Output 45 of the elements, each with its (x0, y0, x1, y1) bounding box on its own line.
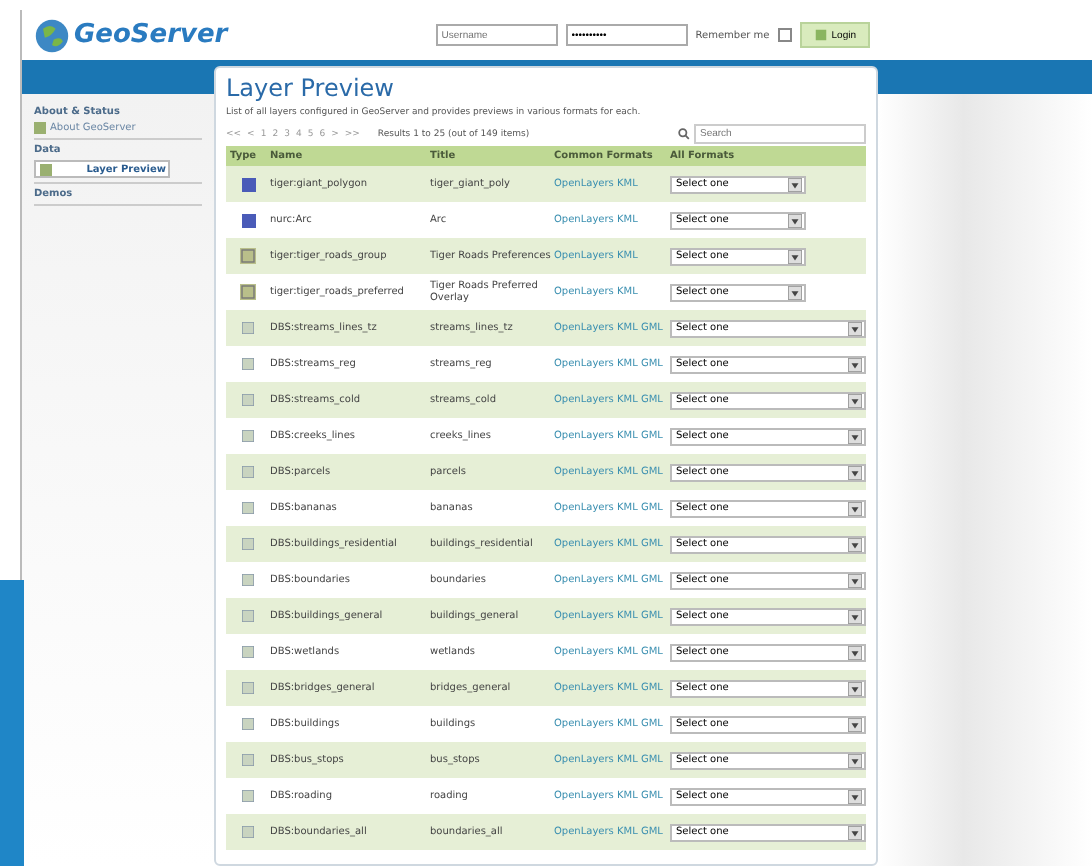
vector-icon (242, 682, 254, 694)
dropdown-arrow-icon (848, 393, 862, 407)
page-title: Layer Preview (226, 74, 396, 102)
vector-icon (242, 502, 254, 514)
layers-icon (240, 284, 256, 300)
vector-icon (242, 322, 254, 334)
dropdown-arrow-icon (848, 429, 862, 443)
vector-icon (242, 394, 254, 406)
square-icon (40, 163, 52, 175)
vector-icon (242, 610, 254, 622)
vector-icon (242, 538, 254, 550)
vector-icon (242, 574, 254, 586)
globe-icon (34, 17, 70, 53)
vector-icon (242, 646, 254, 658)
dropdown-arrow-icon (848, 645, 862, 659)
dropdown-arrow-icon (788, 285, 802, 299)
dropdown-arrow-icon (848, 825, 862, 839)
vector-icon (242, 754, 254, 766)
dropdown-arrow-icon (848, 573, 862, 587)
remember-checkbox[interactable] (777, 28, 792, 42)
dropdown-arrow-icon (848, 321, 862, 335)
dropdown-arrow-icon (848, 753, 862, 767)
dropdown-arrow-icon (788, 177, 802, 191)
dropdown-arrow-icon (788, 249, 802, 263)
raster-icon (241, 213, 255, 227)
layers-icon (240, 248, 256, 264)
vector-icon (242, 826, 254, 838)
vector-icon (242, 430, 254, 442)
dropdown-arrow-icon (848, 501, 862, 515)
vector-icon (242, 358, 254, 370)
square-icon (34, 122, 46, 134)
dropdown-arrow-icon (848, 789, 862, 803)
logo-text: GeoServer (74, 20, 228, 50)
dropdown-arrow-icon (848, 465, 862, 479)
vector-icon (242, 790, 254, 802)
vector-icon (242, 718, 254, 730)
dropdown-arrow-icon (788, 213, 802, 227)
dropdown-arrow-icon (848, 609, 862, 623)
vector-icon (242, 466, 254, 478)
dropdown-arrow-icon (848, 357, 862, 371)
dropdown-arrow-icon (848, 717, 862, 731)
dropdown-arrow-icon (848, 681, 862, 695)
dropdown-arrow-icon (848, 537, 862, 551)
raster-icon (241, 177, 255, 191)
search-icon (678, 128, 690, 140)
